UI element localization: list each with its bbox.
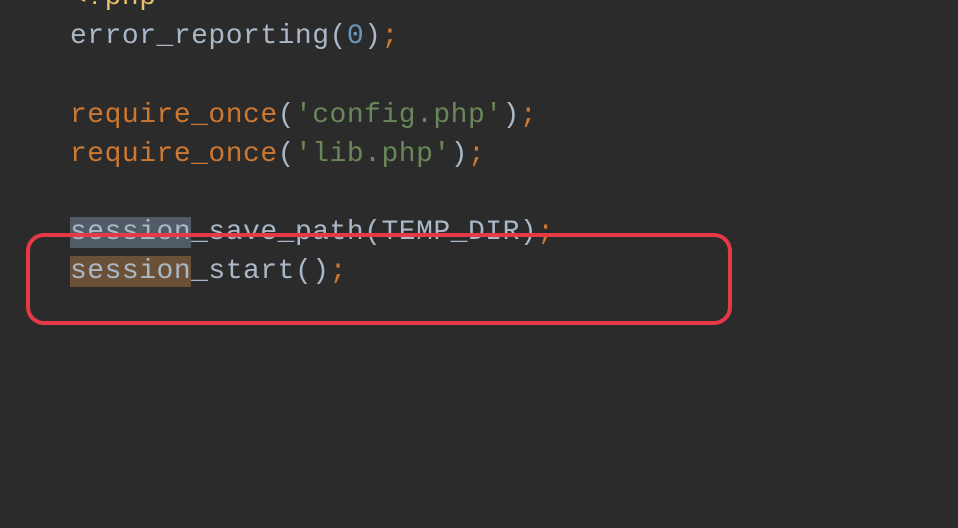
highlighted-match: session	[70, 256, 191, 287]
paren-open: (	[295, 256, 312, 287]
paren-close: )	[312, 256, 329, 287]
string-literal: 'lib.php'	[295, 139, 451, 170]
paren-open: (	[278, 139, 295, 170]
paren-close: )	[520, 217, 537, 248]
paren-open: (	[278, 100, 295, 131]
code-line-7: session_save_path(TEMP_DIR);	[10, 213, 958, 252]
semicolon: ;	[520, 100, 537, 131]
arg-number: 0	[347, 21, 364, 52]
semicolon: ;	[381, 21, 398, 52]
constant: TEMP_DIR	[381, 217, 519, 248]
php-open-tag: <?php	[70, 0, 157, 13]
paren-open: (	[330, 21, 347, 52]
paren-close: )	[451, 139, 468, 170]
require-keyword: require_once	[70, 100, 278, 131]
code-editor: <?php error_reporting(0); require_once('…	[0, 0, 958, 292]
code-line-1: <?php	[10, 0, 958, 17]
string-literal: 'config.php'	[295, 100, 503, 131]
code-line-5: require_once('lib.php');	[10, 135, 958, 174]
semicolon: ;	[468, 139, 485, 170]
semicolon: ;	[330, 256, 347, 287]
highlighted-match: session	[70, 217, 191, 248]
func-name-suffix: _start	[191, 256, 295, 287]
semicolon: ;	[537, 217, 554, 248]
paren-close: )	[503, 100, 520, 131]
code-line-8: session_start();	[10, 252, 958, 291]
func-name-suffix: _save_path	[191, 217, 364, 248]
code-line-2: error_reporting(0);	[10, 17, 958, 56]
code-line-3-blank	[10, 56, 958, 95]
code-line-4: require_once('config.php');	[10, 96, 958, 135]
paren-close: )	[364, 21, 381, 52]
code-line-6-blank	[10, 174, 958, 213]
paren-open: (	[364, 217, 381, 248]
func-name: error_reporting	[70, 21, 330, 52]
require-keyword: require_once	[70, 139, 278, 170]
